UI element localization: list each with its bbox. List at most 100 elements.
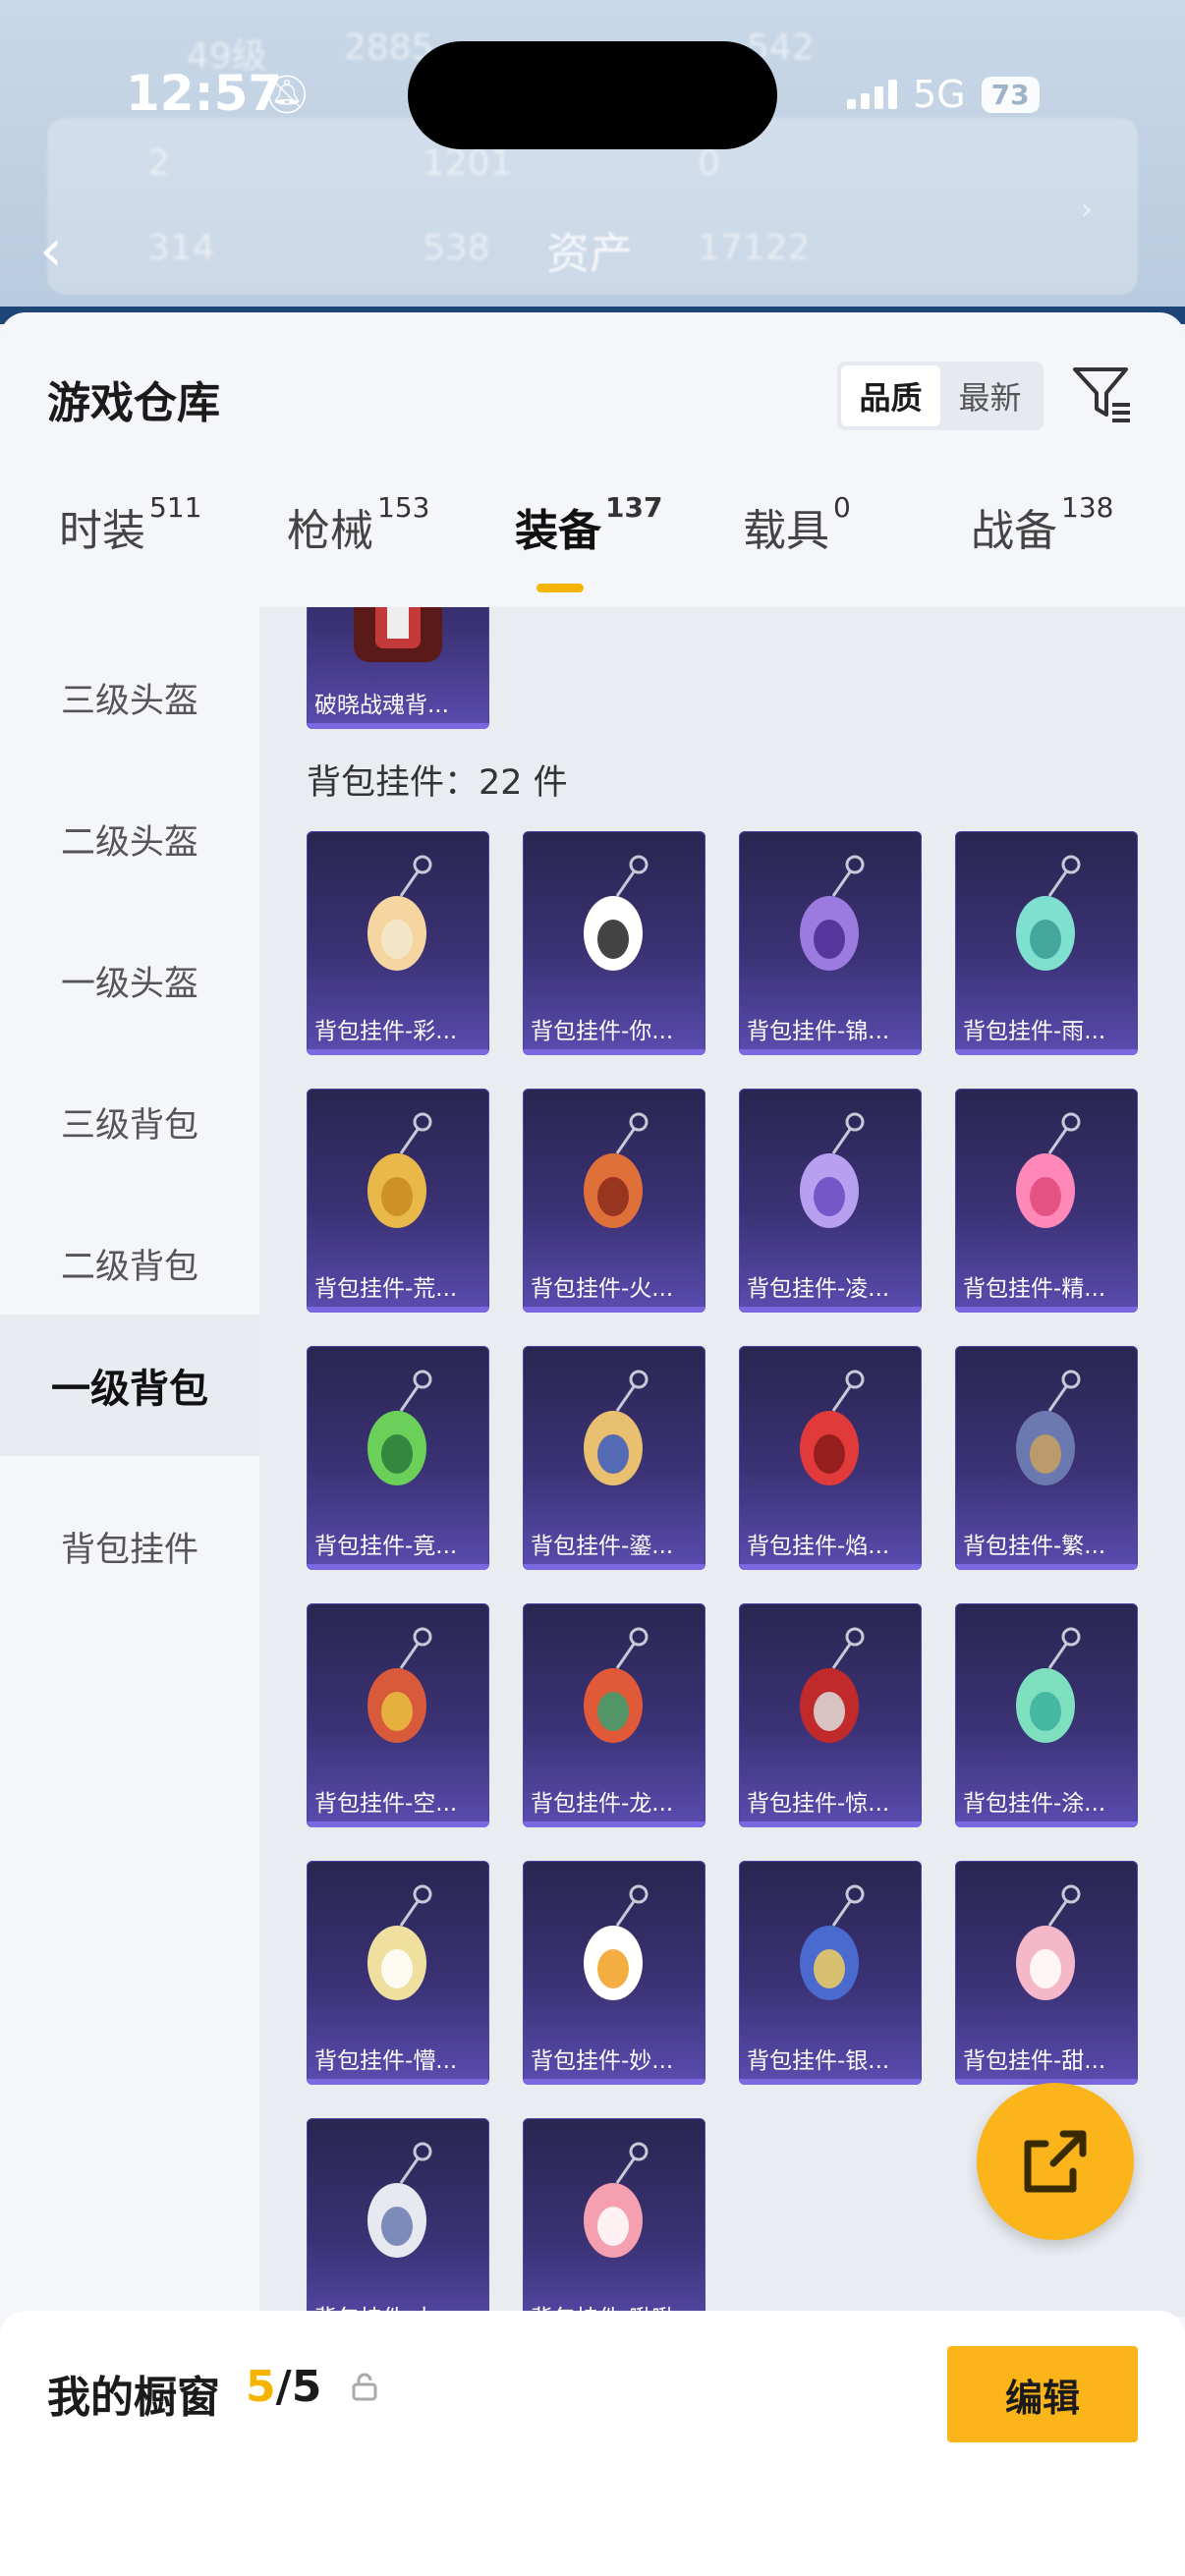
warehouse-sheet: 游戏仓库 品质 最新 时装 511 枪械 153 装备 137 载具 0 战备 138 三… — [0, 312, 1185, 2576]
item-name: 背包挂件-空... — [314, 1791, 458, 1817]
item-grid: 破晓战魂背... 背包挂件：22 件 背包挂件-彩... 背包挂件-你... 背包挂… — [259, 607, 1185, 2317]
item-name: 背包挂件-惊... — [747, 1791, 890, 1817]
item-name: 背包挂件-繁... — [963, 1534, 1106, 1559]
charm-icon — [367, 2142, 432, 2258]
item-card[interactable]: 背包挂件-火... — [523, 1089, 705, 1313]
item-card[interactable]: 背包挂件-锦... — [739, 831, 922, 1055]
charm-icon — [1016, 855, 1081, 971]
item-card[interactable]: 背包挂件-荒... — [307, 1089, 489, 1313]
charm-icon — [800, 1884, 865, 2000]
item-name: 背包挂件-雨... — [963, 1019, 1106, 1044]
status-indicators: 5G 73 — [847, 73, 1040, 116]
item-name: 背包挂件-竟... — [314, 1534, 458, 1559]
charm-icon — [1016, 1884, 1081, 2000]
item-card[interactable]: 背包挂件-惊... — [739, 1603, 922, 1827]
item-name: 背包挂件-龙... — [531, 1791, 674, 1817]
item-card[interactable]: 背包挂件-焰... — [739, 1346, 922, 1570]
item-card[interactable]: 背包挂件-你... — [523, 831, 705, 1055]
item-card[interactable]: 背包挂件-雨... — [955, 831, 1138, 1055]
item-card[interactable]: 背包挂件-太... — [307, 2118, 489, 2317]
item-card[interactable]: 背包挂件-鎏... — [523, 1346, 705, 1570]
charm-icon — [367, 1112, 432, 1228]
showcase-count: 5/5 — [246, 2362, 321, 2412]
ghost-text: 0 — [698, 143, 720, 184]
sidebar-item-backpack-lv2[interactable]: 二级背包 — [0, 1203, 259, 1324]
item-card[interactable]: 背包挂件-凌... — [739, 1089, 922, 1313]
sidebar-item-helmet-lv3[interactable]: 三级头盔 — [0, 637, 259, 758]
showcase-current: 5 — [246, 2362, 276, 2412]
charm-icon — [584, 1627, 649, 1743]
item-name: 背包挂件-甜... — [963, 2048, 1106, 2074]
charm-icon — [367, 855, 432, 971]
sidebar-item-backpack-charm[interactable]: 背包挂件 — [0, 1485, 259, 1607]
tab-count: 0 — [833, 491, 851, 524]
item-name: 背包挂件-精... — [963, 1276, 1106, 1302]
tab-count: 153 — [377, 491, 430, 524]
charm-icon — [584, 2142, 649, 2258]
active-tab-indicator — [536, 584, 584, 592]
tab-count: 138 — [1061, 491, 1114, 524]
tab-label: 时装 — [59, 506, 145, 556]
item-card[interactable]: 背包挂件-繁... — [955, 1346, 1138, 1570]
sidebar-item-helmet-lv1[interactable]: 一级头盔 — [0, 920, 259, 1041]
tab-label: 装备 — [515, 506, 601, 556]
tab-fashion[interactable]: 时装 511 — [59, 491, 201, 558]
item-card[interactable]: 背包挂件-甜... — [955, 1861, 1138, 2085]
mute-bell-icon: 🔕︎ — [263, 73, 311, 116]
charm-icon — [800, 1627, 865, 1743]
tab-equipment[interactable]: 装备 137 — [515, 491, 662, 558]
sort-toggle: 品质 最新 — [837, 362, 1044, 430]
ghost-text: 1201 — [423, 143, 513, 184]
item-card[interactable]: 背包挂件-银... — [739, 1861, 922, 2085]
item-card[interactable]: 背包挂件-妙... — [523, 1861, 705, 2085]
tab-count: 137 — [605, 491, 663, 524]
item-name: 背包挂件-凌... — [747, 1276, 890, 1302]
showcase-bar: 我的橱窗 5/5 编辑 — [0, 2311, 1185, 2576]
tab-count: 511 — [149, 491, 202, 524]
item-name: 背包挂件-焰... — [747, 1534, 890, 1559]
sidebar-item-helmet-lv2[interactable]: 二级头盔 — [0, 778, 259, 900]
item-card[interactable]: 破晓战魂背... — [307, 607, 489, 729]
status-time: 12:57 — [126, 65, 283, 122]
item-card[interactable]: 背包挂件-龙... — [523, 1603, 705, 1827]
item-name: 背包挂件-彩... — [314, 1019, 458, 1044]
tab-vehicles[interactable]: 载具 0 — [743, 491, 851, 558]
background-title: 资产 — [546, 229, 633, 279]
item-card[interactable]: 背包挂件-精... — [955, 1089, 1138, 1313]
tab-supplies[interactable]: 战备 138 — [971, 491, 1113, 558]
tab-firearms[interactable]: 枪械 153 — [287, 491, 429, 558]
section-label: 背包挂件：22 件 — [307, 763, 568, 803]
back-chevron-icon[interactable]: ‹ — [39, 216, 63, 285]
item-card[interactable]: 背包挂件-彩... — [307, 831, 489, 1055]
charm-icon — [1016, 1627, 1081, 1743]
ghost-text: 2 — [147, 143, 170, 184]
sort-option-quality[interactable]: 品质 — [841, 365, 940, 426]
charm-icon — [584, 855, 649, 971]
sidebar-item-backpack-lv3[interactable]: 三级背包 — [0, 1061, 259, 1183]
dynamic-island — [408, 41, 777, 149]
filter-icon[interactable] — [1071, 362, 1134, 424]
charm-icon — [584, 1112, 649, 1228]
item-card[interactable]: 背包挂件-懵... — [307, 1861, 489, 2085]
charm-icon — [800, 1370, 865, 1485]
item-name: 背包挂件-妙... — [531, 2048, 674, 2074]
sort-option-latest[interactable]: 最新 — [940, 365, 1040, 426]
tab-label: 载具 — [743, 506, 829, 556]
item-card[interactable]: 背包挂件-啾啾 — [523, 2118, 705, 2317]
ghost-text: 17122 — [698, 228, 811, 268]
sidebar-item-backpack-lv1[interactable]: 一级背包 — [0, 1315, 259, 1456]
item-name: 背包挂件-鎏... — [531, 1534, 674, 1559]
charm-icon — [584, 1884, 649, 2000]
item-card[interactable]: 背包挂件-涂... — [955, 1603, 1138, 1827]
item-name: 背包挂件-银... — [747, 2048, 890, 2074]
item-name: 背包挂件-荒... — [314, 1276, 458, 1302]
edit-button[interactable]: 编辑 — [947, 2346, 1138, 2442]
ghost-text: 538 — [423, 228, 490, 268]
charm-icon — [800, 855, 865, 971]
network-type: 5G — [913, 73, 966, 116]
sheet-title: 游戏仓库 — [47, 378, 220, 428]
item-name: 破晓战魂背... — [314, 693, 449, 718]
item-card[interactable]: 背包挂件-竟... — [307, 1346, 489, 1570]
share-fab-button[interactable] — [977, 2083, 1134, 2240]
item-card[interactable]: 背包挂件-空... — [307, 1603, 489, 1827]
